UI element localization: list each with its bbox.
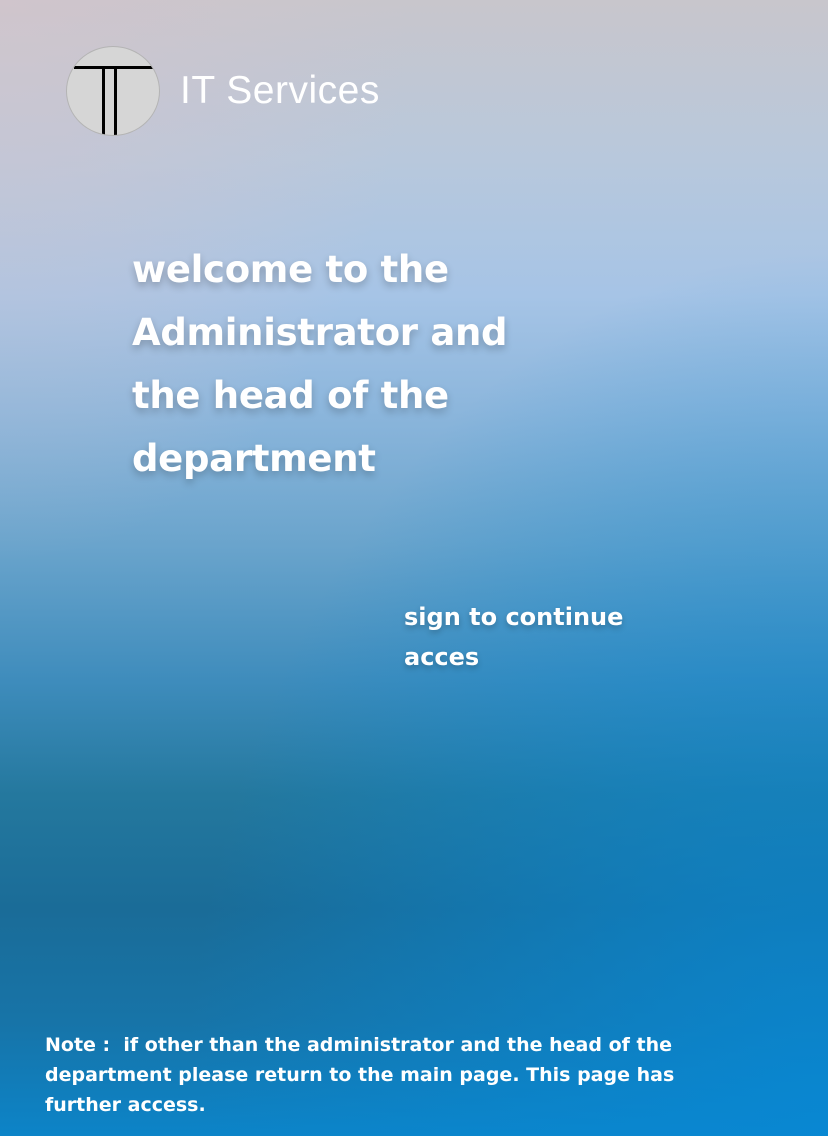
note-label: Note : xyxy=(45,1034,124,1056)
note-text: if other than the administrator and the … xyxy=(45,1034,675,1116)
welcome-heading: welcome to the Administrator and the hea… xyxy=(132,248,508,480)
brand-name: IT Services xyxy=(180,69,380,112)
access-note: Note : if other than the administrator a… xyxy=(45,1030,685,1120)
letter-t-logo-icon xyxy=(74,66,156,135)
logo[interactable] xyxy=(66,46,160,136)
signin-prompt: sign to continue acces xyxy=(404,603,624,671)
